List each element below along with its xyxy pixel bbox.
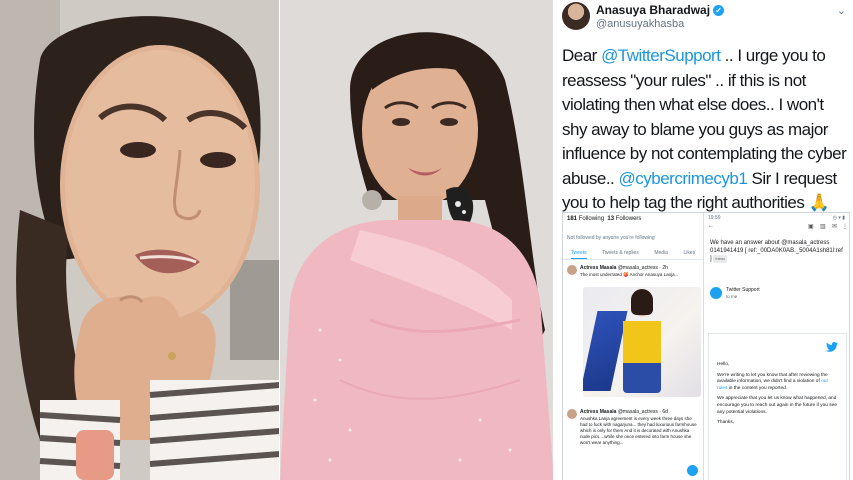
recipient: to me	[726, 294, 738, 299]
email-screenshot: 19:59 ◷ ▾ ▮ ← ▣ ▥ ✉ ⋮ We have an answer …	[704, 213, 849, 480]
user-handle[interactable]: @anusuyakhasba	[596, 18, 684, 30]
video-still-left	[0, 0, 280, 480]
mention-link[interactable]: @TwitterSupport	[601, 46, 721, 65]
woman-pink-outfit-image	[280, 0, 554, 480]
compose-button[interactable]	[687, 465, 698, 476]
photo-middle	[280, 0, 554, 480]
attached-screenshot[interactable]: 181 Following 13 Followers Not followed …	[562, 212, 850, 480]
avatar	[710, 287, 722, 299]
avatar	[567, 409, 577, 419]
tweet-text: Dear @TwitterSupport .. I urge you to re…	[562, 44, 850, 216]
avatar	[567, 265, 577, 275]
profile-tabs: Tweets Tweets & replies Media Likes	[563, 247, 703, 260]
status-time: 19:59	[708, 215, 721, 221]
inbox-label[interactable]: Inbox	[713, 255, 728, 263]
tab-media[interactable]: Media	[654, 247, 668, 259]
email-subject: We have an answer about @masala_actress …	[710, 240, 843, 263]
email-toolbar: ← ▣ ▥ ✉ ⋮	[704, 223, 849, 233]
tab-tweets[interactable]: Tweets	[570, 247, 587, 259]
tweet-text-part: Dear	[562, 46, 602, 65]
delete-icon[interactable]: ▥	[820, 223, 826, 230]
mail-icon[interactable]: ✉	[832, 223, 837, 230]
email-body-card: Hello, We're writing to let you know tha…	[708, 333, 847, 480]
archive-icon[interactable]: ▣	[808, 223, 814, 230]
email-closing: Thanks,	[717, 420, 735, 426]
sender-name: Twitter Support	[726, 287, 760, 293]
followed-by-note: Not followed by anyone you're following	[567, 235, 655, 241]
post-image[interactable]	[583, 287, 701, 397]
email-greeting: Hello,	[717, 362, 730, 367]
post-author: Actress Masala @masala_actress · 2h	[580, 265, 668, 271]
mention-link[interactable]: @cybercrimecyb1	[619, 169, 748, 188]
post-text: The most underrated 🍑 Anchor Anasuya Lan…	[580, 272, 679, 277]
back-arrow-icon[interactable]: ←	[708, 223, 714, 229]
tweet-panel: Anasuya Bharadwaj ✓ @anusuyakhasba ⌄ Dear…	[554, 0, 853, 480]
woman-striped-shirt-image	[0, 0, 280, 480]
tab-likes[interactable]: Likes	[684, 247, 696, 259]
tweet-header: Anasuya Bharadwaj ✓ @anusuyakhasba ⌄	[560, 2, 850, 42]
tweet-text-part: .. I urge you to reassess "your rules" .…	[562, 46, 847, 188]
twitter-bird-icon	[826, 342, 838, 352]
avatar[interactable]	[562, 2, 590, 30]
post-text: Anushka Lanja agreement is every week th…	[580, 416, 697, 445]
follow-counts: 181 Following 13 Followers	[567, 216, 642, 222]
post-author: Actress Masala @masala_actress · 6d	[580, 409, 668, 415]
status-icons: ◷ ▾ ▮	[832, 215, 845, 221]
verified-badge-icon: ✓	[713, 5, 725, 16]
email-sender: Twitter Support to me	[710, 287, 844, 307]
chevron-down-icon[interactable]: ⌄	[837, 4, 846, 17]
tab-tweets-replies[interactable]: Tweets & replies	[602, 247, 639, 259]
email-paragraph: We're writing to let you know that after…	[717, 372, 829, 391]
more-icon[interactable]: ⋮	[842, 223, 848, 230]
profile-screenshot: 181 Following 13 Followers Not followed …	[563, 213, 704, 480]
display-name[interactable]: Anasuya Bharadwaj ✓	[596, 3, 725, 17]
email-paragraph: We appreciate that you let us know what …	[717, 396, 838, 415]
email-message: Hello, We're writing to let you know tha…	[717, 362, 839, 431]
